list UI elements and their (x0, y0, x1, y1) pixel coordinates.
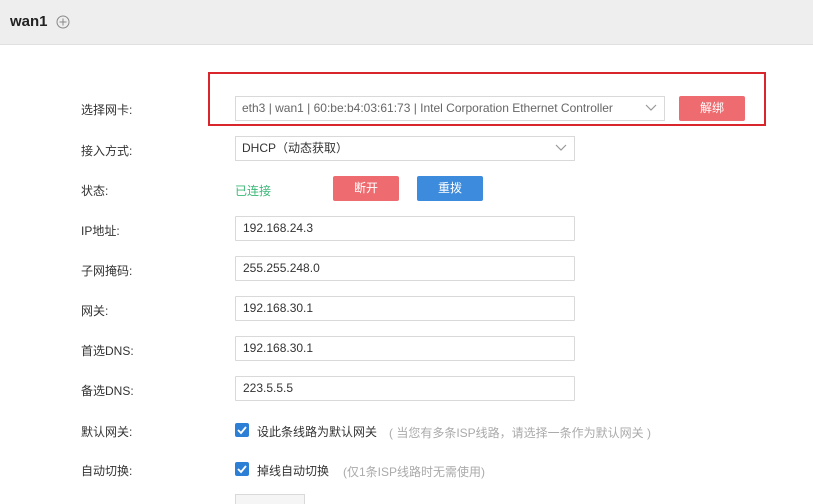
access-mode-label: 接入方式: (81, 144, 133, 158)
gateway-label: 网关: (81, 304, 109, 318)
chevron-down-icon (555, 144, 567, 151)
secondary-dns-input[interactable]: 223.5.5.5 (235, 376, 575, 401)
default-gateway-hint: ( 当您有多条ISP线路，请选择一条作为默认网关 ) (389, 426, 652, 440)
access-mode-value: DHCP（动态获取） (242, 141, 349, 155)
ip-input[interactable]: 192.168.24.3 (235, 216, 575, 241)
secondary-dns-label: 备选DNS: (81, 384, 134, 398)
access-mode-select[interactable]: DHCP（动态获取） (235, 136, 575, 161)
redial-button[interactable]: 重拨 (417, 176, 483, 201)
primary-dns-label: 首选DNS: (81, 344, 134, 358)
checkmark-icon (237, 426, 247, 435)
nic-select[interactable]: eth3 | wan1 | 60:be:b4:03:61:73 | Intel … (235, 96, 665, 121)
auto-switch-checkbox-label: 掉线自动切换 (257, 464, 330, 478)
subnet-mask-input[interactable]: 255.255.248.0 (235, 256, 575, 281)
gateway-input[interactable]: 192.168.30.1 (235, 296, 575, 321)
status-label: 状态: (81, 184, 109, 198)
subnet-mask-label: 子网掩码: (81, 264, 133, 278)
default-gateway-checkbox-label: 设此条线路为默认网关 (257, 425, 378, 439)
chevron-down-icon (645, 104, 657, 111)
default-gateway-label: 默认网关: (81, 425, 133, 439)
auto-switch-checkbox[interactable] (235, 462, 249, 476)
status-value: 已连接 (235, 184, 272, 198)
disconnect-button[interactable]: 断开 (333, 176, 399, 201)
auto-switch-hint: (仅1条ISP线路时无需使用) (343, 465, 486, 479)
unbind-button[interactable]: 解绑 (679, 96, 745, 121)
primary-dns-input[interactable]: 192.168.30.1 (235, 336, 575, 361)
nic-select-value: eth3 | wan1 | 60:be:b4:03:61:73 | Intel … (242, 101, 613, 115)
plus-circle-icon[interactable] (56, 15, 70, 29)
default-gateway-checkbox[interactable] (235, 423, 249, 437)
section-header: wan1 (0, 0, 813, 45)
nic-label: 选择网卡: (81, 103, 133, 117)
next-control-partial[interactable] (235, 494, 305, 504)
ip-label: IP地址: (81, 224, 120, 238)
section-title: wan1 (10, 13, 48, 30)
checkmark-icon (237, 465, 247, 474)
auto-switch-label: 自动切换: (81, 464, 133, 478)
